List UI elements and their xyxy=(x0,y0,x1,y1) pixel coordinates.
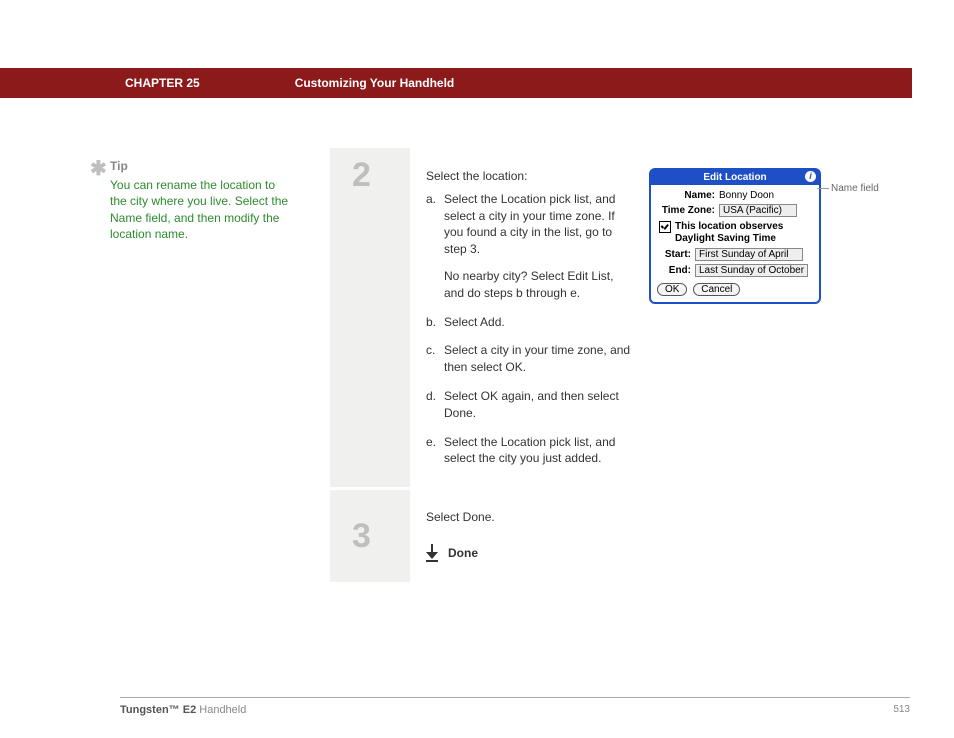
step2-a-note: No nearby city? Select Edit List, and do… xyxy=(444,268,631,302)
dialog-title: Edit Location xyxy=(703,172,766,183)
done-label: Done xyxy=(448,546,478,560)
step-number: 3 xyxy=(352,519,410,553)
start-picklist[interactable]: First Sunday of April xyxy=(695,248,803,261)
sub-letter: c. xyxy=(426,342,444,376)
step-2: 2 Select the location: a. Select the Loc… xyxy=(330,148,910,487)
step2-d: Select OK again, and then select Done. xyxy=(444,388,631,422)
product-name: Tungsten™ E2 Handheld xyxy=(120,704,246,716)
timezone-picklist[interactable]: USA (Pacific) xyxy=(719,204,797,217)
tip-heading: Tip xyxy=(110,158,295,174)
page-footer: Tungsten™ E2 Handheld 513 xyxy=(120,697,910,716)
product-bold: Tungsten™ E2 xyxy=(120,704,196,716)
done-arrow-icon xyxy=(426,544,438,562)
name-label: Name: xyxy=(657,190,715,201)
chapter-header: CHAPTER 25 Customizing Your Handheld xyxy=(0,68,912,98)
start-label: Start: xyxy=(657,249,691,260)
info-icon[interactable]: i xyxy=(805,171,816,182)
name-field[interactable]: Bonny Doon xyxy=(719,190,774,201)
sub-letter: b. xyxy=(426,314,444,331)
timezone-label: Time Zone: xyxy=(657,205,715,216)
step3-text: Select Done. xyxy=(426,510,896,524)
step2-intro: Select the location: xyxy=(426,168,631,185)
step-number: 2 xyxy=(352,158,410,192)
step2-b: Select Add. xyxy=(444,314,631,331)
dst-checkbox[interactable] xyxy=(659,221,671,233)
step2-a: Select the Location pick list, and selec… xyxy=(444,192,615,256)
sub-letter: e. xyxy=(426,434,444,468)
asterisk-icon: ✱ xyxy=(90,156,107,183)
ok-button[interactable]: OK xyxy=(657,283,687,296)
dst-label: This location observes Daylight Saving T… xyxy=(675,221,813,244)
tip-block: ✱ Tip You can rename the location to the… xyxy=(110,158,295,242)
end-label: End: xyxy=(657,265,691,276)
tip-body: You can rename the location to the city … xyxy=(110,177,295,242)
end-picklist[interactable]: Last Sunday of October xyxy=(695,264,808,277)
name-field-callout: Name field xyxy=(831,183,879,194)
callout-line xyxy=(817,188,829,189)
steps-container: 2 Select the location: a. Select the Loc… xyxy=(330,148,910,585)
page-number: 513 xyxy=(893,704,910,716)
dialog-title-bar: Edit Location i xyxy=(651,170,819,185)
cancel-button[interactable]: Cancel xyxy=(693,283,740,296)
chapter-title: Customizing Your Handheld xyxy=(295,76,455,90)
product-rest: Handheld xyxy=(196,704,246,716)
step-3: 3 Select Done. Done xyxy=(330,490,910,582)
step2-e: Select the Location pick list, and selec… xyxy=(444,434,631,468)
sub-letter: d. xyxy=(426,388,444,422)
chapter-label: CHAPTER 25 xyxy=(125,76,200,90)
step2-c: Select a city in your time zone, and the… xyxy=(444,342,631,376)
sub-letter: a. xyxy=(426,191,444,302)
edit-location-dialog: Edit Location i Name: Bonny Doon Time Zo… xyxy=(649,168,821,304)
